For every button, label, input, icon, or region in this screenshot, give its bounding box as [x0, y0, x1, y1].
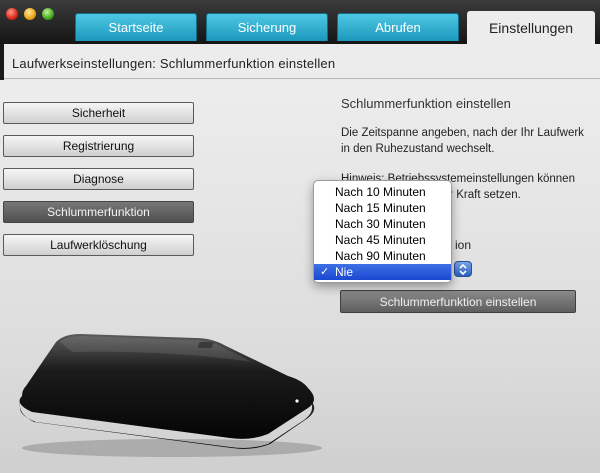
tab-abrufen[interactable]: Abrufen — [337, 13, 459, 41]
sidebar-item-sicherheit[interactable]: Sicherheit — [3, 102, 194, 124]
sidebar-item-registrierung[interactable]: Registrierung — [3, 135, 194, 157]
section-title: Schlummerfunktion einstellen — [341, 96, 511, 111]
description-text: Die Zeitspanne angeben, nach der Ihr Lau… — [341, 125, 600, 157]
option-nie[interactable]: ✓ Nie — [314, 264, 451, 280]
zoom-window-button[interactable] — [42, 8, 54, 20]
title-bar: Startseite Sicherung Abrufen Einstellung… — [0, 0, 600, 44]
option-label: Nie — [335, 265, 354, 279]
option-90-min[interactable]: Nach 90 Minuten — [314, 248, 451, 264]
option-label: Nach 10 Minuten — [335, 185, 426, 199]
option-10-min[interactable]: Nach 10 Minuten — [314, 184, 451, 200]
sidebar-item-diagnose[interactable]: Diagnose — [3, 168, 194, 190]
sidebar-item-laufwerkloeschung[interactable]: Laufwerklöschung — [3, 234, 194, 256]
sleep-select-arrow[interactable] — [454, 261, 472, 277]
checkmark-icon: ✓ — [320, 266, 330, 278]
page-title: Laufwerkseinstellungen: Schlummerfunktio… — [12, 56, 336, 71]
tab-startseite[interactable]: Startseite — [75, 13, 197, 41]
page-header: Laufwerkseinstellungen: Schlummerfunktio… — [4, 44, 600, 79]
sidebar-item-schlummerfunktion[interactable]: Schlummerfunktion — [3, 201, 194, 223]
option-30-min[interactable]: Nach 30 Minuten — [314, 216, 451, 232]
option-45-min[interactable]: Nach 45 Minuten — [314, 232, 451, 248]
option-label: Nach 30 Minuten — [335, 217, 426, 231]
hard-drive-image — [19, 334, 322, 457]
option-label: Nach 45 Minuten — [335, 233, 426, 247]
sleep-duration-dropdown[interactable]: Nach 10 Minuten Nach 15 Minuten Nach 30 … — [313, 180, 452, 283]
tab-sicherung[interactable]: Sicherung — [206, 13, 328, 41]
tab-einstellungen[interactable]: Einstellungen — [467, 11, 595, 44]
option-label: Nach 90 Minuten — [335, 249, 426, 263]
set-sleep-button[interactable]: Schlummerfunktion einstellen — [340, 290, 576, 313]
option-label: Nach 15 Minuten — [335, 201, 426, 215]
close-window-button[interactable] — [6, 8, 18, 20]
option-15-min[interactable]: Nach 15 Minuten — [314, 200, 451, 216]
minimize-window-button[interactable] — [24, 8, 36, 20]
description-line-1: Die Zeitspanne angeben, nach der Ihr Lau… — [341, 127, 584, 139]
updown-chevron-icon — [459, 263, 467, 276]
description-line-2: in den Ruhezustand wechselt. — [341, 143, 495, 155]
